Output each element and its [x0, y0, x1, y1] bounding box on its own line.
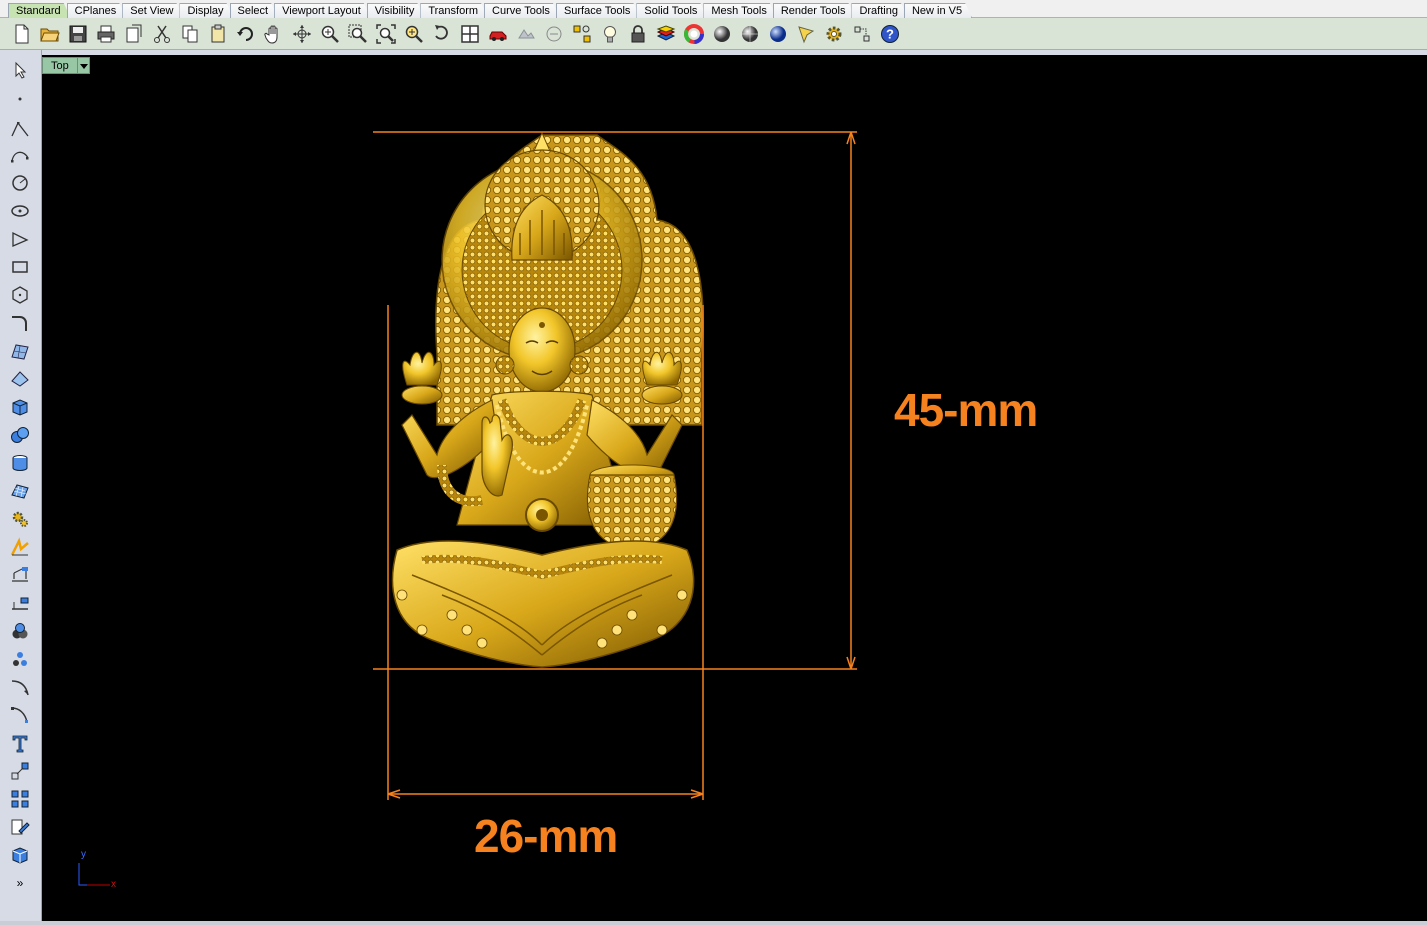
disabled-icon[interactable]	[512, 20, 540, 48]
zoom-selected-icon[interactable]	[400, 20, 428, 48]
car-icon[interactable]	[484, 20, 512, 48]
polyline-icon[interactable]	[8, 117, 32, 141]
width-dimension-label: 26-mm	[474, 810, 618, 862]
main-left-toolbar: »	[0, 50, 42, 925]
viewport-name[interactable]: Top	[42, 57, 78, 74]
axis-x-label: x	[111, 879, 116, 890]
boolean-icon[interactable]	[8, 423, 32, 447]
zoom-in-icon[interactable]	[316, 20, 344, 48]
settings-gear-icon[interactable]	[820, 20, 848, 48]
zoom-window-icon[interactable]	[344, 20, 372, 48]
pan-hand-icon[interactable]	[260, 20, 288, 48]
surface-edit-icon[interactable]	[8, 367, 32, 391]
polygon-icon[interactable]	[8, 283, 32, 307]
zoom-extents-icon[interactable]	[372, 20, 400, 48]
standard-toolbar: ?	[0, 18, 1427, 50]
rotate-view-icon[interactable]	[288, 20, 316, 48]
tab-cplanes[interactable]: CPlanes	[67, 3, 127, 18]
lock-icon[interactable]	[624, 20, 652, 48]
cplane-axis-indicator	[78, 863, 110, 886]
rhino-window: Standard CPlanes Set View Display Select…	[0, 0, 1427, 925]
tab-render-tools[interactable]: Render Tools	[773, 3, 856, 18]
text-icon[interactable]	[8, 731, 32, 755]
new-file-icon[interactable]	[8, 20, 36, 48]
boolean-union-icon[interactable]	[8, 619, 32, 643]
tab-surface-tools[interactable]: Surface Tools	[556, 3, 640, 18]
gear-tool-icon[interactable]	[8, 507, 32, 531]
import-icon[interactable]	[120, 20, 148, 48]
points-icon[interactable]	[568, 20, 596, 48]
mesh-icon[interactable]	[8, 479, 32, 503]
transform-icon[interactable]	[8, 759, 32, 783]
dimension-icon[interactable]	[8, 563, 32, 587]
top-viewport[interactable]: 45-mm 26-mm y x	[42, 55, 1427, 923]
viewport-menu-arrow-icon[interactable]	[77, 57, 90, 74]
light-bulb-icon[interactable]	[596, 20, 624, 48]
circle-icon[interactable]	[8, 171, 32, 195]
viewport-canvas	[78, 131, 857, 886]
fillet-icon[interactable]	[8, 675, 32, 699]
curve-icon[interactable]	[8, 144, 32, 168]
sphere-shade-icon[interactable]	[708, 20, 736, 48]
surface-icon[interactable]	[8, 339, 32, 363]
goddess-figure-model[interactable]	[391, 131, 704, 668]
four-viewports-icon[interactable]	[456, 20, 484, 48]
render-analysis-icon[interactable]	[8, 535, 32, 559]
viewport-title-tab[interactable]: Top	[42, 57, 90, 74]
face	[508, 307, 576, 393]
box-3d-icon[interactable]	[8, 843, 32, 867]
pen-tool-icon[interactable]	[792, 20, 820, 48]
cylinder-solid-icon[interactable]	[8, 451, 32, 475]
more-icon[interactable]: »	[8, 871, 32, 895]
rotate-arrow-icon[interactable]	[428, 20, 456, 48]
tab-curve-tools[interactable]: Curve Tools	[484, 3, 560, 18]
points-cloud-icon[interactable]	[8, 647, 32, 671]
tab-drafting[interactable]: Drafting	[851, 3, 908, 18]
layout-icon[interactable]	[8, 815, 32, 839]
dimension-line-icon[interactable]	[8, 591, 32, 615]
tab-select[interactable]: Select	[230, 3, 279, 18]
toolbar-tab-strip: Standard CPlanes Set View Display Select…	[0, 0, 1427, 18]
copy-icon[interactable]	[176, 20, 204, 48]
tab-visibility[interactable]: Visibility	[367, 3, 425, 18]
paste-icon[interactable]	[204, 20, 232, 48]
rectangle-icon[interactable]	[8, 255, 32, 279]
tab-solid-tools[interactable]: Solid Tools	[636, 3, 707, 18]
print-icon[interactable]	[92, 20, 120, 48]
tab-mesh-tools[interactable]: Mesh Tools	[703, 3, 776, 18]
help-icon[interactable]: ?	[876, 20, 904, 48]
tab-standard[interactable]: Standard	[8, 3, 71, 18]
layer-icon[interactable]	[652, 20, 680, 48]
tab-transform[interactable]: Transform	[420, 3, 488, 18]
status-strip	[0, 921, 1427, 925]
tab-new-in-v5[interactable]: New in V5	[904, 3, 972, 18]
circle-arrow-icon[interactable]	[540, 20, 568, 48]
tab-viewport-layout[interactable]: Viewport Layout	[274, 3, 371, 18]
curve-from-object-icon[interactable]	[8, 311, 32, 335]
sphere-render-icon[interactable]	[736, 20, 764, 48]
left-lotus	[401, 351, 443, 405]
undo-icon[interactable]	[232, 20, 260, 48]
axis-y-label: y	[81, 849, 86, 860]
open-folder-icon[interactable]	[36, 20, 64, 48]
sphere-blue-icon[interactable]	[764, 20, 792, 48]
curve-edit-icon[interactable]	[8, 703, 32, 727]
save-icon[interactable]	[64, 20, 92, 48]
array-icon[interactable]	[8, 787, 32, 811]
ellipse-icon[interactable]	[8, 199, 32, 223]
select-arrow-icon[interactable]	[8, 58, 32, 82]
tab-set-view[interactable]: Set View	[122, 3, 183, 18]
tab-display[interactable]: Display	[179, 3, 233, 18]
color-wheel-icon[interactable]	[680, 20, 708, 48]
cut-icon[interactable]	[148, 20, 176, 48]
box-solid-icon[interactable]	[8, 395, 32, 419]
arc-icon[interactable]	[8, 227, 32, 251]
svg-text:?: ?	[886, 26, 894, 41]
point-icon[interactable]	[8, 87, 32, 111]
grid-snap-icon[interactable]	[848, 20, 876, 48]
height-dimension-label: 45-mm	[894, 384, 1038, 436]
